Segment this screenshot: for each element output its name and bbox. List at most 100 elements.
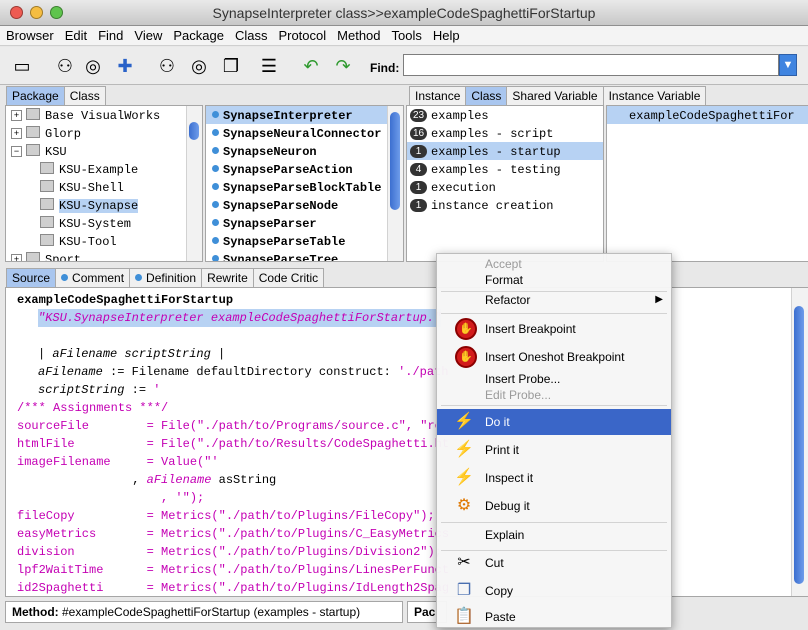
expand-icon[interactable]: + — [11, 110, 22, 121]
format-list-icon[interactable]: ☰ — [256, 53, 282, 79]
menu-item-insert-oneshot-breakpoint[interactable]: ✋ Insert Oneshot Breakpoint — [437, 344, 671, 370]
find-method-icon[interactable]: ⚇ — [154, 53, 180, 79]
tree-item[interactable]: + Base VisualWorks — [6, 106, 202, 124]
browse-icon[interactable]: ▭ — [9, 53, 35, 79]
tree-item[interactable]: + Glorp — [6, 124, 202, 142]
menu-item-insert-probe[interactable]: Insert Probe... — [437, 371, 671, 387]
class-item[interactable]: SynapseNeuron — [206, 142, 403, 160]
find-references-icon[interactable]: ◎ — [186, 53, 212, 79]
protocol-item-selected[interactable]: 1 examples - startup — [407, 142, 603, 160]
class-item[interactable]: SynapseParseTable — [206, 232, 403, 250]
class-item[interactable]: SynapseParser — [206, 214, 403, 232]
scroll-thumb[interactable] — [794, 306, 804, 584]
protocol-item[interactable]: 23 examples — [407, 106, 603, 124]
class-item[interactable]: SynapseParseBlockTable — [206, 178, 403, 196]
protocol-item[interactable]: 1 execution — [407, 178, 603, 196]
tab-shared-variable[interactable]: Shared Variable — [506, 86, 604, 105]
menu-item-do-it[interactable]: ⚡ Do it — [437, 409, 671, 435]
class-scrollbar[interactable] — [387, 106, 403, 261]
code-line: scriptString := ' — [38, 383, 161, 397]
tree-item[interactable]: KSU-System — [6, 214, 202, 232]
protocol-list[interactable]: 23 examples 16 examples - script 1 examples… — [406, 105, 604, 262]
protocol-item[interactable]: 4 examples - testing — [407, 160, 603, 178]
find-binoculars-icon[interactable]: ⚇ — [52, 53, 78, 79]
menu-item-accept[interactable]: Accept — [437, 256, 671, 272]
class-dot-icon — [212, 219, 219, 226]
class-item[interactable]: SynapseParseTree — [206, 250, 403, 261]
menu-item-format[interactable]: Format — [437, 272, 671, 288]
menu-method[interactable]: Method — [331, 26, 385, 43]
menu-tools[interactable]: Tools — [386, 26, 427, 43]
menu-item-explain[interactable]: Explain — [437, 522, 671, 548]
add-icon[interactable]: ✚ — [112, 53, 138, 79]
menu-item-edit-probe[interactable]: Edit Probe... — [437, 387, 671, 403]
package-icon — [26, 108, 40, 120]
find-senders-icon[interactable]: ◎ — [80, 53, 106, 79]
find-input[interactable] — [403, 54, 779, 76]
menu-browser[interactable]: Browser — [0, 26, 59, 43]
redo-icon[interactable]: ↷ — [330, 53, 356, 79]
protocol-item[interactable]: 16 examples - script — [407, 124, 603, 142]
tab-code-critic[interactable]: Code Critic — [252, 268, 325, 287]
tab-instance-variable[interactable]: Instance Variable — [602, 86, 707, 105]
menu-protocol[interactable]: Protocol — [272, 26, 331, 43]
code-line: aFilename := Filename defaultDirectory c… — [38, 365, 449, 379]
code-line: | aFilename scriptString | — [38, 347, 226, 361]
package-tree[interactable]: + Base VisualWorks + Glorp − KSU KSU-Exampl… — [5, 105, 203, 262]
tab-rewrite[interactable]: Rewrite — [201, 268, 254, 287]
expand-icon[interactable]: + — [11, 128, 22, 139]
title-bar[interactable]: SynapseInterpreter class>>exampleCodeSpa… — [0, 0, 808, 26]
tree-item-selected[interactable]: KSU-Synapse — [6, 196, 202, 214]
count-badge: 1 — [410, 199, 427, 212]
menu-package[interactable]: Package — [167, 26, 229, 43]
menu-edit[interactable]: Edit — [59, 26, 92, 43]
scroll-thumb[interactable] — [390, 112, 400, 210]
undo-icon[interactable]: ↶ — [298, 53, 324, 79]
menu-separator — [441, 405, 667, 406]
menu-class[interactable]: Class — [229, 26, 273, 43]
lightning-icon: ⚡ — [454, 413, 474, 430]
tree-item[interactable]: KSU-Shell — [6, 178, 202, 196]
package-icon — [26, 144, 40, 156]
source-scrollbar[interactable] — [791, 288, 808, 596]
class-item[interactable]: SynapseParseNode — [206, 196, 403, 214]
method-list[interactable]: exampleCodeSpaghettiFor — [606, 105, 808, 262]
class-item-selected[interactable]: SynapseInterpreter — [206, 106, 388, 124]
menu-item-refactor[interactable]: Refactor ▶ — [437, 287, 671, 313]
source-editor[interactable]: exampleCodeSpaghettiForStartup "KSU.Syna… — [5, 287, 808, 597]
tree-item[interactable]: KSU-Tool — [6, 232, 202, 250]
tree-item[interactable]: + Sport — [6, 250, 202, 261]
tab-source[interactable]: Source — [6, 268, 57, 287]
expand-icon[interactable]: + — [11, 254, 22, 261]
tab-definition[interactable]: Definition — [129, 268, 203, 287]
class-list[interactable]: SynapseInterpreter SynapseNeuralConnecto… — [205, 105, 404, 262]
definition-dot-icon — [135, 274, 143, 281]
copy-pages-icon[interactable]: ❐ — [218, 53, 244, 79]
code-line: lpf2WaitTime = Metrics("./path/to/Plugin… — [17, 563, 450, 577]
tab-package[interactable]: Package — [6, 86, 65, 105]
menu-help[interactable]: Help — [427, 26, 465, 43]
method-item-selected[interactable]: exampleCodeSpaghettiFor — [607, 106, 808, 124]
menu-item-inspect-it[interactable]: ⚡ Inspect it — [437, 465, 671, 491]
tab-class[interactable]: Class — [63, 86, 106, 105]
menu-item-debug-it[interactable]: ⚙ Debug it — [437, 493, 671, 519]
find-dropdown-button[interactable]: ▼ — [779, 54, 797, 76]
menu-find[interactable]: Find — [92, 26, 128, 43]
menu-item-print-it[interactable]: ⚡ Print it — [437, 437, 671, 463]
tab-class-side[interactable]: Class — [465, 86, 508, 105]
menu-item-copy[interactable]: ❐ Copy — [437, 578, 671, 604]
class-item[interactable]: SynapseNeuralConnector — [206, 124, 403, 142]
protocol-item[interactable]: 1 instance creation — [407, 196, 603, 214]
tab-instance[interactable]: Instance — [409, 86, 467, 105]
menu-view[interactable]: View — [128, 26, 167, 43]
class-item[interactable]: SynapseParseAction — [206, 160, 403, 178]
menu-item-paste[interactable]: 📋 Paste — [437, 604, 671, 630]
scroll-thumb[interactable] — [189, 122, 199, 140]
collapse-icon[interactable]: − — [11, 146, 22, 157]
tab-comment[interactable]: Comment — [55, 268, 131, 287]
package-scrollbar[interactable] — [186, 106, 202, 261]
tree-item[interactable]: − KSU — [6, 142, 202, 160]
menu-item-insert-breakpoint[interactable]: ✋ Insert Breakpoint — [437, 316, 671, 342]
menu-item-cut[interactable]: ✂ Cut — [437, 550, 671, 576]
tree-item[interactable]: KSU-Example — [6, 160, 202, 178]
